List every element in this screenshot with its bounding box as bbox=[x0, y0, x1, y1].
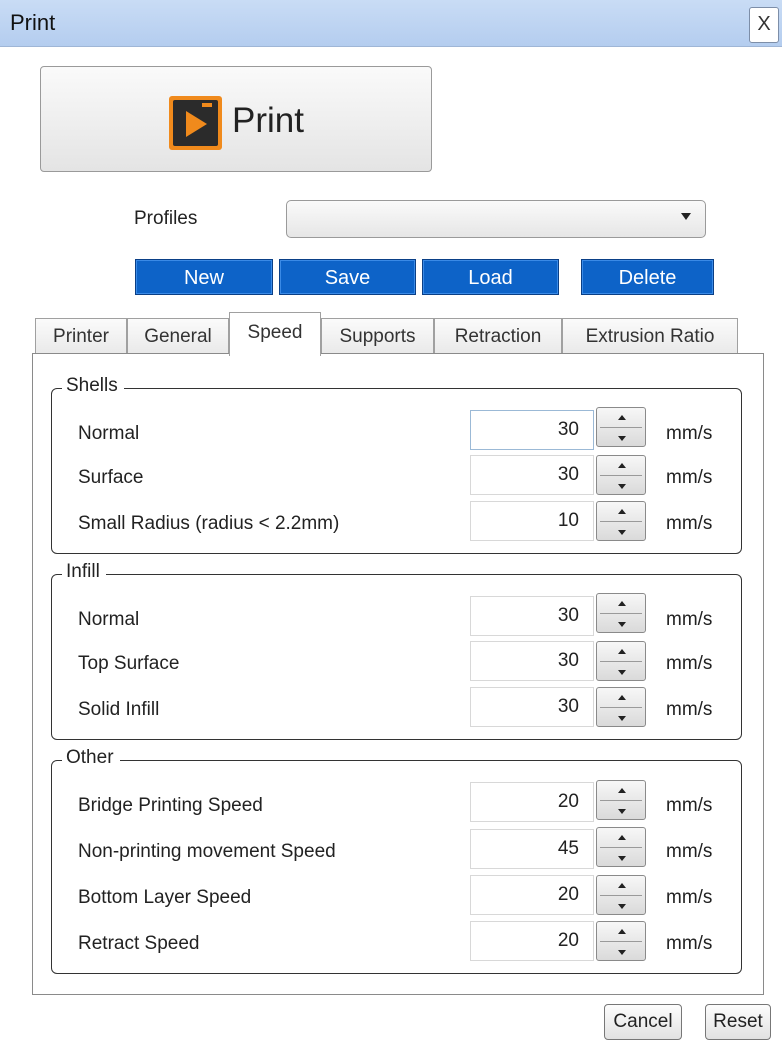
infill-solid-unit: mm/s bbox=[666, 699, 713, 720]
shells-surface-stepper[interactable] bbox=[596, 455, 646, 495]
other-bridge-label: Bridge Printing Speed bbox=[78, 795, 263, 816]
infill-solid-input[interactable]: 30 bbox=[470, 687, 594, 727]
other-retract-input[interactable]: 20 bbox=[470, 921, 594, 961]
print-button[interactable]: Print bbox=[40, 66, 432, 172]
other-nonprinting-stepper[interactable] bbox=[596, 827, 646, 867]
arrow-up-icon bbox=[618, 835, 626, 840]
other-retract-stepper[interactable] bbox=[596, 921, 646, 961]
tab-printer[interactable]: Printer bbox=[35, 318, 127, 354]
shells-small-radius-unit: mm/s bbox=[666, 513, 713, 534]
other-bottom-layer-label: Bottom Layer Speed bbox=[78, 887, 252, 908]
shells-small-radius-stepper[interactable] bbox=[596, 501, 646, 541]
tab-general[interactable]: General bbox=[127, 318, 229, 354]
arrow-up-icon bbox=[618, 509, 626, 514]
other-bottom-layer-stepper[interactable] bbox=[596, 875, 646, 915]
infill-solid-label: Solid Infill bbox=[78, 699, 160, 720]
reset-button[interactable]: Reset bbox=[705, 1004, 771, 1040]
load-button[interactable]: Load bbox=[422, 259, 559, 295]
arrow-down-icon bbox=[618, 856, 626, 861]
shells-surface-label: Surface bbox=[78, 467, 144, 488]
arrow-down-icon bbox=[618, 809, 626, 814]
infill-normal-unit: mm/s bbox=[666, 609, 713, 630]
shells-normal-stepper[interactable] bbox=[596, 407, 646, 447]
arrow-down-icon bbox=[618, 436, 626, 441]
infill-normal-label: Normal bbox=[78, 609, 140, 630]
arrow-up-icon bbox=[618, 649, 626, 654]
chevron-down-icon bbox=[681, 213, 691, 220]
arrow-down-icon bbox=[618, 484, 626, 489]
profiles-label: Profiles bbox=[134, 208, 198, 229]
arrow-down-icon bbox=[618, 670, 626, 675]
arrow-up-icon bbox=[618, 601, 626, 606]
tab-extrusion-ratio[interactable]: Extrusion Ratio bbox=[562, 318, 738, 354]
other-retract-label: Retract Speed bbox=[78, 933, 200, 954]
arrow-down-icon bbox=[618, 716, 626, 721]
infill-normal-input[interactable]: 30 bbox=[470, 596, 594, 636]
infill-top-surface-label: Top Surface bbox=[78, 653, 180, 674]
other-nonprinting-unit: mm/s bbox=[666, 841, 713, 862]
shells-surface-unit: mm/s bbox=[666, 467, 713, 488]
window-title: Print bbox=[10, 10, 56, 35]
save-button[interactable]: Save bbox=[279, 259, 416, 295]
other-group-title: Other bbox=[62, 747, 120, 769]
infill-normal-stepper[interactable] bbox=[596, 593, 646, 633]
other-nonprinting-label: Non-printing movement Speed bbox=[78, 841, 336, 862]
delete-button[interactable]: Delete bbox=[581, 259, 714, 295]
other-bridge-input[interactable]: 20 bbox=[470, 782, 594, 822]
tab-speed[interactable]: Speed bbox=[229, 312, 321, 356]
title-bar: Print X bbox=[0, 0, 782, 47]
arrow-down-icon bbox=[618, 622, 626, 627]
profiles-dropdown[interactable] bbox=[286, 200, 706, 238]
shells-normal-unit: mm/s bbox=[666, 423, 713, 444]
infill-group-title: Infill bbox=[62, 561, 106, 583]
print-button-label: Print bbox=[232, 101, 304, 140]
close-button[interactable]: X bbox=[749, 7, 779, 43]
infill-solid-stepper[interactable] bbox=[596, 687, 646, 727]
other-bridge-stepper[interactable] bbox=[596, 780, 646, 820]
tab-retraction[interactable]: Retraction bbox=[434, 318, 562, 354]
other-bridge-unit: mm/s bbox=[666, 795, 713, 816]
shells-normal-input[interactable]: 30 bbox=[470, 410, 594, 450]
arrow-up-icon bbox=[618, 463, 626, 468]
arrow-up-icon bbox=[618, 929, 626, 934]
arrow-down-icon bbox=[618, 530, 626, 535]
shells-small-radius-label: Small Radius (radius < 2.2mm) bbox=[78, 513, 340, 534]
cancel-button[interactable]: Cancel bbox=[604, 1004, 682, 1040]
infill-top-surface-input[interactable]: 30 bbox=[470, 641, 594, 681]
arrow-up-icon bbox=[618, 695, 626, 700]
arrow-up-icon bbox=[618, 788, 626, 793]
print-play-icon bbox=[169, 96, 222, 150]
other-retract-unit: mm/s bbox=[666, 933, 713, 954]
other-bottom-layer-unit: mm/s bbox=[666, 887, 713, 908]
other-nonprinting-input[interactable]: 45 bbox=[470, 829, 594, 869]
other-bottom-layer-input[interactable]: 20 bbox=[470, 875, 594, 915]
infill-top-surface-stepper[interactable] bbox=[596, 641, 646, 681]
arrow-up-icon bbox=[618, 883, 626, 888]
shells-normal-label: Normal bbox=[78, 423, 140, 444]
tab-supports[interactable]: Supports bbox=[321, 318, 434, 354]
infill-top-surface-unit: mm/s bbox=[666, 653, 713, 674]
arrow-up-icon bbox=[618, 415, 626, 420]
new-button[interactable]: New bbox=[135, 259, 273, 295]
shells-surface-input[interactable]: 30 bbox=[470, 455, 594, 495]
shells-small-radius-input[interactable]: 10 bbox=[470, 501, 594, 541]
arrow-down-icon bbox=[618, 950, 626, 955]
arrow-down-icon bbox=[618, 904, 626, 909]
shells-group-title: Shells bbox=[62, 375, 124, 397]
